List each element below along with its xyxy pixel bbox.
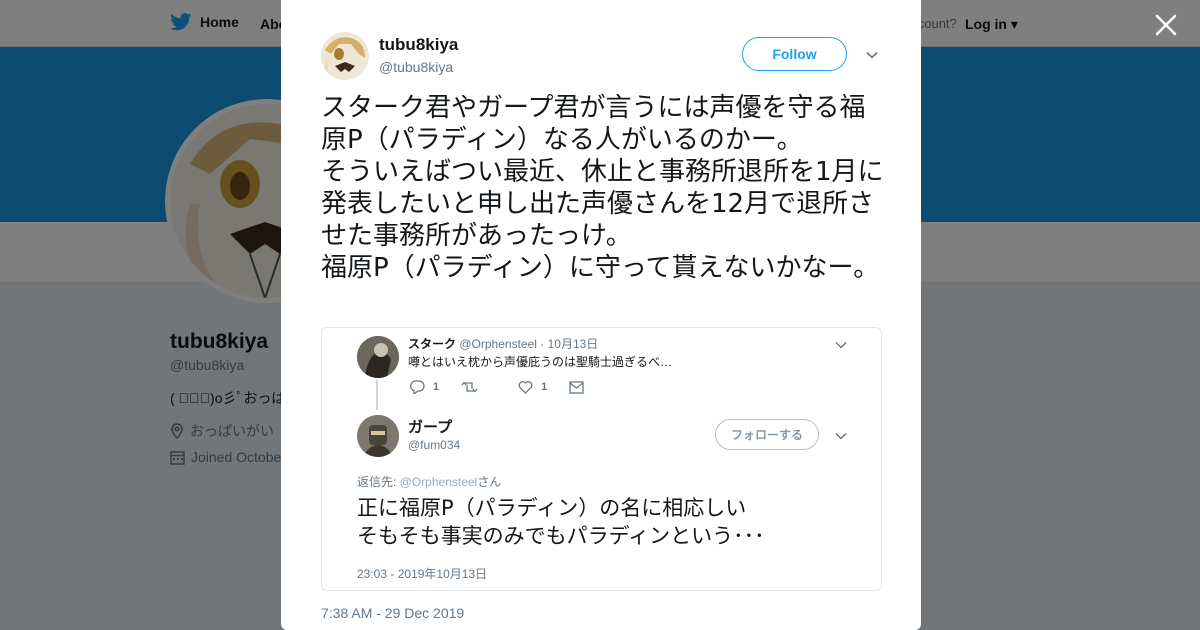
tweet-modal: tubu8kiya @tubu8kiya Follow スターク君やガープ君が言… — [281, 0, 921, 630]
quoted-header-stark: スターク @Orphensteel · 10月13日 — [408, 335, 598, 352]
quoted-action-bar: 1 1 — [410, 380, 606, 394]
close-icon[interactable] — [1152, 11, 1180, 39]
author-handle[interactable]: @tubu8kiya — [379, 59, 453, 75]
reply-to-mention[interactable]: @Orphensteel — [400, 475, 478, 489]
reply-count: 1 — [433, 381, 440, 393]
quoted-handle-garp[interactable]: @fum034 — [408, 438, 460, 452]
like-icon — [518, 380, 533, 394]
chevron-down-icon[interactable] — [834, 429, 848, 443]
quoted-separator: · — [540, 337, 545, 351]
embedded-thread-card[interactable]: スターク @Orphensteel · 10月13日 噂とはいえ枕から声優庇うの… — [321, 327, 882, 591]
like-action[interactable]: 1 — [518, 380, 547, 394]
quoted-follow-button[interactable]: フォローする — [715, 419, 819, 450]
quoted-date-stark[interactable]: 10月13日 — [548, 337, 599, 351]
retweet-action[interactable] — [461, 380, 478, 394]
like-count: 1 — [541, 381, 548, 393]
quoted-text-garp: 正に福原P（パラディン）の名に相応しい そもそも事実のみでもパラディンという･･… — [357, 496, 765, 548]
quoted-text-stark: 噂とはいえ枕から声優庇うのは聖騎士過ぎるべ… — [408, 355, 673, 369]
author-avatar[interactable] — [321, 32, 369, 80]
reply-icon — [410, 380, 425, 394]
message-icon — [569, 380, 584, 394]
quoted-name-garp[interactable]: ガープ — [408, 416, 452, 437]
reply-to-line: 返信先: @Orphensteelさん — [357, 473, 501, 490]
tweet-text: スターク君やガープ君が言うには声優を守る福原P（パラディン）なる人がいるのかー。… — [321, 93, 884, 283]
reply-action[interactable]: 1 — [410, 380, 439, 394]
reply-to-prefix: 返信先: — [357, 475, 400, 489]
quoted-timestamp-garp[interactable]: 23:03 - 2019年10月13日 — [357, 565, 487, 582]
thread-connector-line — [376, 380, 378, 410]
tweet-timestamp[interactable]: 7:38 AM - 29 Dec 2019 — [321, 605, 464, 621]
follow-button[interactable]: Follow — [742, 37, 847, 71]
reply-to-suffix: さん — [477, 475, 502, 489]
author-name[interactable]: tubu8kiya — [379, 35, 458, 55]
quoted-avatar-garp[interactable] — [357, 415, 399, 457]
message-action[interactable] — [569, 380, 584, 394]
chevron-down-icon[interactable] — [834, 338, 848, 352]
quoted-handle-stark[interactable]: @Orphensteel — [459, 337, 537, 351]
quoted-name-stark[interactable]: スターク — [408, 337, 456, 351]
quoted-avatar-stark[interactable] — [357, 336, 399, 378]
chevron-down-icon[interactable] — [864, 47, 880, 63]
retweet-icon — [461, 380, 478, 394]
